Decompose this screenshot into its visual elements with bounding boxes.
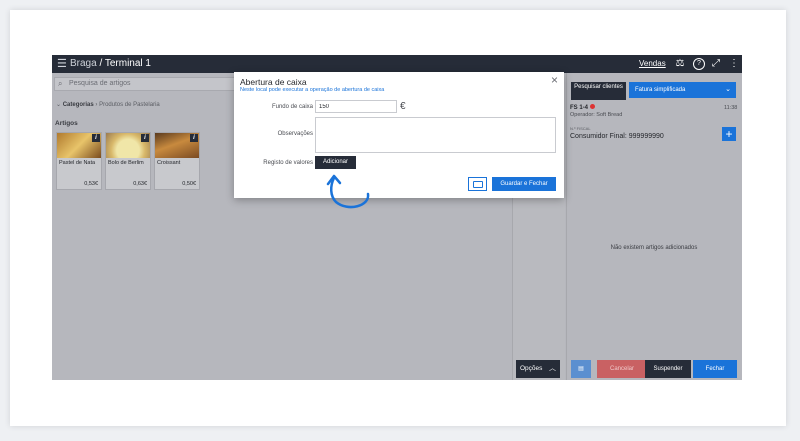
keyboard-button[interactable] xyxy=(468,177,487,191)
observacoes-label: Observações xyxy=(277,131,313,137)
fundo-label: Fundo de caixa xyxy=(271,104,313,110)
dialog-title: Abertura de caixa xyxy=(240,77,307,87)
cancel-button[interactable]: Cancelar xyxy=(597,360,647,378)
chevron-right-icon: › xyxy=(95,102,98,108)
cash-drawer-icon: ▤ xyxy=(578,366,584,372)
search-input[interactable]: ⌕ Pesquisa de artigos xyxy=(54,77,249,91)
euro-icon: € xyxy=(400,101,406,112)
fullscreen-icon[interactable]: ⤢ xyxy=(710,58,722,70)
product-tile[interactable]: i Bolo de Berlim 0,63€ xyxy=(105,132,151,190)
document-number: FS 1-4 xyxy=(570,104,596,112)
fundo-input[interactable] xyxy=(315,100,397,113)
top-bar: ☰ Braga / Terminal 1 Vendas ⚖ ? ⤢ ⋮ xyxy=(52,55,742,73)
cash-opening-dialog: Abertura de caixa Neste local pode execu… xyxy=(234,72,564,198)
title-separator: / xyxy=(99,58,103,69)
dialog-subtitle: Neste local pode executar a operação de … xyxy=(240,87,385,93)
close-sale-button[interactable]: Fechar xyxy=(693,360,737,378)
observacoes-textarea[interactable] xyxy=(315,117,556,153)
chevron-down-icon[interactable]: ⌄ xyxy=(56,102,61,108)
more-vertical-icon[interactable]: ⋮ xyxy=(728,58,740,70)
customer-name[interactable]: Consumidor Final: 999999990 xyxy=(570,132,664,141)
breadcrumb-root[interactable]: Categorias xyxy=(63,102,94,108)
close-icon[interactable]: × xyxy=(551,74,558,86)
nif-label: N.º FISCAL xyxy=(570,126,591,131)
artigos-heading: Artigos xyxy=(55,120,78,127)
suspend-button[interactable]: Suspender xyxy=(645,360,691,378)
product-name: Bolo de Berlim xyxy=(108,160,144,166)
chevron-up-icon: ︿ xyxy=(549,365,556,372)
terminal-name: Terminal 1 xyxy=(104,58,151,69)
product-price: 0,63€ xyxy=(133,181,147,187)
search-icon: ⌕ xyxy=(58,79,63,88)
keyboard-icon xyxy=(473,181,483,188)
product-name: Pastel de Nata xyxy=(59,160,96,166)
alert-dot-icon xyxy=(590,104,596,109)
pointer-arrow-icon xyxy=(326,174,370,209)
vendas-link[interactable]: Vendas xyxy=(639,59,666,69)
chevron-down-icon: ⌄ xyxy=(725,86,731,93)
document-type-select[interactable]: Fatura simplificada ⌄ xyxy=(629,82,736,98)
opcoes-label: Opções xyxy=(520,365,543,372)
hamburger-menu-icon[interactable]: ☰ xyxy=(57,58,67,70)
sale-panel xyxy=(566,73,742,380)
save-close-button[interactable]: Guardar e Fechar xyxy=(492,177,556,191)
open-drawer-button[interactable]: ▤ xyxy=(571,360,591,378)
search-clients-button[interactable]: Pesquisar clientes xyxy=(571,82,626,100)
product-price: 0,50€ xyxy=(182,181,196,187)
product-name: Croissant xyxy=(157,160,181,166)
store-name: Braga xyxy=(70,58,97,69)
page-title: Braga / Terminal 1 xyxy=(70,58,151,70)
cash-register-icon[interactable]: ⚖ xyxy=(674,58,686,70)
info-icon[interactable]: i xyxy=(141,134,149,142)
product-tile[interactable]: i Pastel de Nata 0,53€ xyxy=(56,132,102,190)
operator-label: Operador: Soft Bread xyxy=(570,112,623,118)
empty-cart-message: Não existem artigos adicionados xyxy=(610,245,698,251)
registo-label: Registo de valores xyxy=(263,160,313,166)
document-type-value: Fatura simplificada xyxy=(635,87,686,93)
help-icon[interactable]: ? xyxy=(693,58,705,70)
search-placeholder: Pesquisa de artigos xyxy=(69,80,131,87)
product-tile[interactable]: i Croissant 0,50€ xyxy=(154,132,200,190)
breadcrumb-current: Produtos de Pastelaria xyxy=(99,102,160,108)
add-customer-button[interactable]: + xyxy=(722,127,736,141)
info-icon[interactable]: i xyxy=(92,134,100,142)
document-number-text: FS 1-4 xyxy=(570,105,589,111)
document-time: 11:38 xyxy=(724,105,738,111)
opcoes-button[interactable]: Opções ︿ xyxy=(516,360,560,378)
product-price: 0,53€ xyxy=(84,181,98,187)
info-icon[interactable]: i xyxy=(190,134,198,142)
breadcrumb: ⌄ Categorias › Produtos de Pastelaria xyxy=(56,101,160,109)
